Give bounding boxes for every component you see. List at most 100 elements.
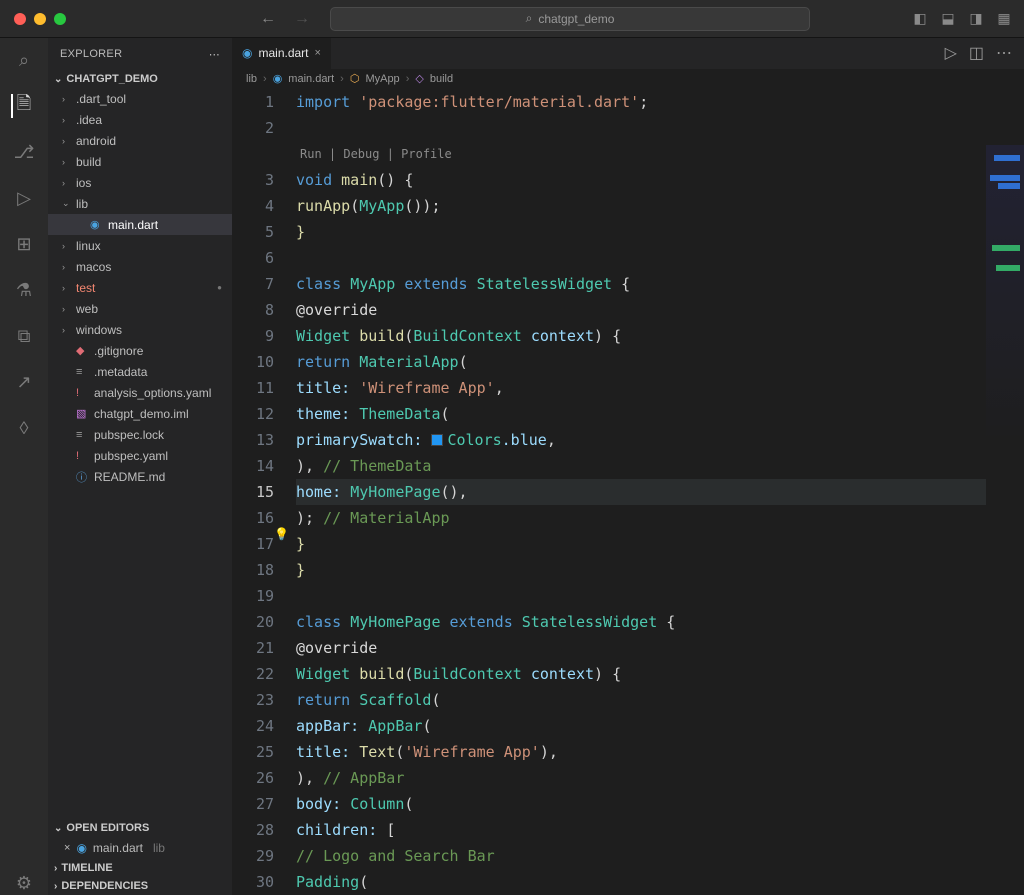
command-center[interactable]: ⌕ chatgpt_demo (330, 7, 810, 31)
yaml-file-icon: ! (76, 450, 90, 462)
file-item[interactable]: ◉ main.dart (48, 214, 232, 235)
share-activity-icon[interactable]: ↗ (12, 370, 36, 394)
breadcrumb-item[interactable]: main.dart (288, 73, 334, 85)
settings-gear-icon[interactable]: ⚙ (12, 871, 36, 895)
sidebar: EXPLORER ⋯ ⌄ CHATGPT_DEMO ›.dart_tool›.i… (48, 38, 232, 895)
file-item[interactable]: ◆.gitignore (48, 340, 232, 361)
tree-item-label: web (76, 302, 98, 316)
command-center-label: chatgpt_demo (538, 12, 614, 26)
editor-tabs: ◉ main.dart × ▷ ◫ ⋯ (232, 38, 1024, 69)
folder-item[interactable]: › web (48, 298, 232, 319)
tree-item-label: pubspec.yaml (94, 449, 168, 463)
explorer-activity-icon[interactable]: 🗎 (11, 94, 35, 118)
file-item[interactable]: ≡.metadata (48, 361, 232, 382)
toggle-secondary-sidebar-icon[interactable]: ◨ (968, 11, 984, 27)
dart-file-icon: ◉ (90, 218, 104, 231)
chevron-down-icon: ⌄ (54, 74, 62, 85)
timeline-label: TIMELINE (61, 862, 112, 874)
minimap[interactable] (986, 145, 1024, 645)
breadcrumb-item[interactable]: MyApp (365, 73, 399, 85)
dart-file-icon: ◉ (273, 72, 283, 85)
open-editors-label: OPEN EDITORS (66, 822, 149, 834)
folder-item[interactable]: ›linux (48, 235, 232, 256)
chevron-right-icon: › (62, 136, 72, 146)
maximize-window-button[interactable] (54, 13, 66, 25)
chevron-right-icon: › (62, 241, 72, 251)
source-control-activity-icon[interactable]: ⎇ (12, 140, 36, 164)
close-icon[interactable]: × (315, 47, 321, 59)
file-item[interactable]: ⓘREADME.md (48, 466, 232, 487)
open-editor-dir: lib (153, 841, 165, 855)
flutter-activity-icon[interactable]: ◊ (12, 416, 36, 440)
breadcrumb-item[interactable]: lib (246, 73, 257, 85)
title-bar: ← → ⌕ chatgpt_demo ◧ ⬓ ◨ ▦ (0, 0, 1024, 38)
chevron-right-icon: › (54, 881, 57, 892)
code-editor[interactable]: 1234567891011121314151617181920212223242… (232, 89, 1024, 895)
dart-file-icon: ◉ (76, 841, 86, 855)
more-actions-icon[interactable]: ⋯ (209, 48, 220, 61)
chevron-right-icon: › (62, 304, 72, 314)
folder-item[interactable]: ›.idea (48, 109, 232, 130)
tree-item-label: .dart_tool (76, 92, 126, 106)
tree-item-label: ios (76, 176, 91, 190)
open-editors-section[interactable]: ⌄ OPEN EDITORS (48, 819, 232, 837)
tree-item-label: main.dart (108, 218, 158, 232)
more-actions-icon[interactable]: ⋯ (996, 43, 1012, 63)
timeline-section[interactable]: › TIMELINE (48, 859, 232, 877)
folder-item[interactable]: ›android (48, 130, 232, 151)
folder-item[interactable]: ⌄lib (48, 193, 232, 214)
tree-item-label: README.md (94, 470, 165, 484)
tab-main-dart[interactable]: ◉ main.dart × (232, 38, 332, 69)
class-icon: ⬡ (350, 72, 360, 85)
folder-item[interactable]: ›macos (48, 256, 232, 277)
code-content[interactable]: import 'package:flutter/material.dart';R… (292, 89, 1024, 895)
tree-item-label: test (76, 281, 95, 295)
nav-arrows: ← → (260, 10, 310, 28)
git-file-icon: ◆ (76, 344, 90, 357)
customize-layout-icon[interactable]: ▦ (996, 11, 1012, 27)
chevron-right-icon: › (62, 157, 72, 167)
toggle-primary-sidebar-icon[interactable]: ◧ (912, 11, 928, 27)
folder-item[interactable]: › ios (48, 172, 232, 193)
lightbulb-icon[interactable]: 💡 (274, 521, 289, 547)
explorer-label: EXPLORER (60, 48, 122, 60)
tree-item-label: .idea (76, 113, 102, 127)
folder-item[interactable]: › build (48, 151, 232, 172)
file-file-icon: ≡ (76, 429, 90, 441)
toggle-panel-icon[interactable]: ⬓ (940, 11, 956, 27)
method-icon: ◇ (415, 72, 423, 85)
close-icon[interactable]: × (64, 842, 70, 854)
code-lens[interactable]: Run | Debug | Profile (296, 141, 1024, 167)
close-window-button[interactable] (14, 13, 26, 25)
dependencies-section[interactable]: › DEPENDENCIES (48, 877, 232, 895)
testing-activity-icon[interactable]: ⚗ (12, 278, 36, 302)
search-activity-icon[interactable]: ⌕ (12, 48, 36, 72)
file-item[interactable]: ! pubspec.yaml (48, 445, 232, 466)
tree-item-label: build (76, 155, 101, 169)
yaml-file-icon: ! (76, 387, 90, 399)
run-icon[interactable]: ▷ (945, 43, 957, 63)
tree-item-label: analysis_options.yaml (94, 386, 211, 400)
minimize-window-button[interactable] (34, 13, 46, 25)
back-button[interactable]: ← (260, 10, 276, 28)
open-editor-file: main.dart (93, 841, 143, 855)
project-root[interactable]: ⌄ CHATGPT_DEMO (48, 70, 232, 88)
tree-item-label: windows (76, 323, 122, 337)
file-item[interactable]: ! analysis_options.yaml (48, 382, 232, 403)
run-debug-activity-icon[interactable]: ▷ (12, 186, 36, 210)
chevron-right-icon: › (340, 73, 344, 85)
open-editor-item[interactable]: × ◉ main.dart lib (48, 837, 232, 859)
breadcrumb-item[interactable]: build (430, 73, 453, 85)
split-editor-icon[interactable]: ◫ (969, 43, 984, 63)
chevron-right-icon: › (62, 178, 72, 188)
extensions-activity-icon[interactable]: ⊞ (12, 232, 36, 256)
breadcrumbs[interactable]: lib › ◉ main.dart › ⬡ MyApp › ◇ build (232, 69, 1024, 89)
tree-item-label: pubspec.lock (94, 428, 164, 442)
remote-activity-icon[interactable]: ⧉ (12, 324, 36, 348)
file-item[interactable]: ≡ pubspec.lock (48, 424, 232, 445)
folder-item[interactable]: ›test● (48, 277, 232, 298)
folder-item[interactable]: ›.dart_tool (48, 88, 232, 109)
file-item[interactable]: ▧chatgpt_demo.iml (48, 403, 232, 424)
folder-item[interactable]: ›windows (48, 319, 232, 340)
forward-button[interactable]: → (294, 10, 310, 28)
